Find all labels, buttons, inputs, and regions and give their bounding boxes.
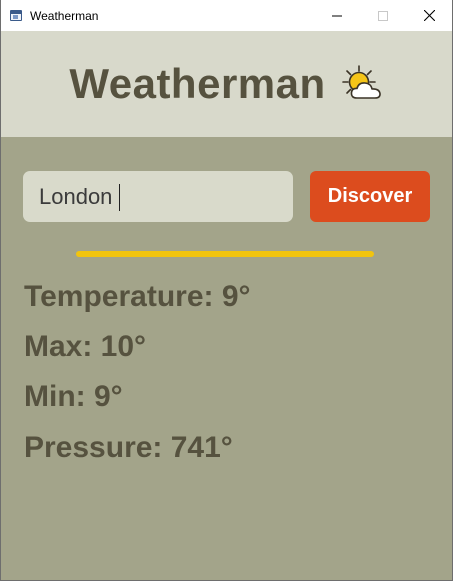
sun-behind-cloud-icon bbox=[341, 65, 381, 99]
minimize-icon bbox=[332, 15, 342, 16]
text-caret bbox=[119, 184, 120, 211]
window-title: Weatherman bbox=[30, 8, 99, 23]
app-title: Weatherman bbox=[69, 60, 326, 107]
close-button[interactable] bbox=[406, 0, 452, 31]
app-window: Weatherman Weatherman London Discover Te… bbox=[0, 0, 453, 581]
title-bar[interactable]: Weatherman bbox=[1, 0, 452, 31]
maximize-icon bbox=[378, 10, 388, 21]
max-temperature-label: Max: 10° bbox=[24, 330, 147, 363]
maximize-button[interactable] bbox=[360, 0, 406, 31]
window-controls bbox=[314, 0, 452, 31]
min-temperature-label: Min: 9° bbox=[24, 380, 123, 413]
pressure-label: Pressure: 741° bbox=[24, 431, 233, 464]
temperature-label: Temperature: 9° bbox=[24, 280, 251, 313]
city-search-input[interactable] bbox=[23, 171, 293, 222]
app-window-icon bbox=[10, 10, 22, 21]
minimize-button[interactable] bbox=[314, 0, 360, 31]
main-panel: Discover Temperature: 9° Max: 10° Min: 9… bbox=[1, 137, 452, 580]
app-header: Weatherman bbox=[1, 31, 452, 137]
close-icon bbox=[423, 10, 435, 21]
progress-bar bbox=[76, 251, 374, 257]
discover-button[interactable]: Discover bbox=[310, 171, 430, 222]
